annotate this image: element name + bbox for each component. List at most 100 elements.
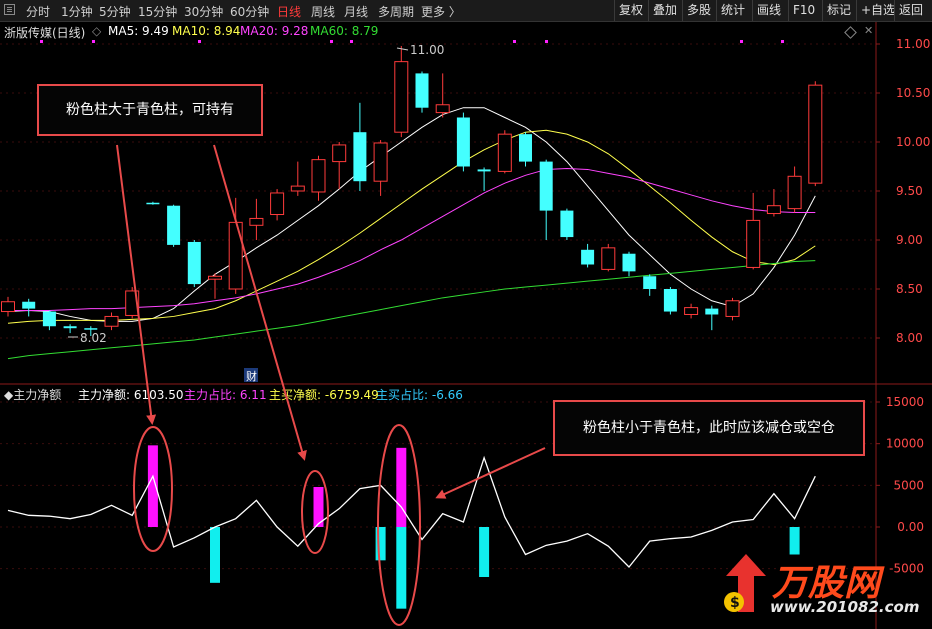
price-tick-label: 9.50 <box>896 184 923 198</box>
toolbar: 分时 1分钟 5分钟 15分钟 30分钟 60分钟 日线 周线 月线 多周期 更… <box>0 0 932 22</box>
candle <box>560 208 574 240</box>
ma5-line <box>7 107 816 322</box>
indicator-tick-label: 10000 <box>886 437 924 451</box>
candle <box>63 324 77 334</box>
candle <box>270 189 285 221</box>
tab-daily[interactable]: 日线 <box>277 3 301 20</box>
candle <box>663 287 677 315</box>
indicator-tick-label: 5000 <box>893 478 924 492</box>
candle-body <box>394 61 409 133</box>
candle <box>22 298 36 317</box>
svg-text:$: $ <box>730 595 740 611</box>
candle-body <box>539 161 553 211</box>
candle <box>456 112 470 172</box>
candle-body <box>146 202 160 205</box>
candle-body <box>228 221 243 290</box>
candle <box>311 155 326 201</box>
indicator-tick-label: 0.00 <box>897 520 924 534</box>
candle <box>497 130 512 174</box>
candle <box>187 240 201 288</box>
watermark-url: www.201082.com <box>770 598 920 616</box>
candle-body <box>581 249 595 265</box>
candle <box>394 45 409 138</box>
candle <box>684 303 699 319</box>
price-tick-label: 8.50 <box>896 282 923 296</box>
multi-stock-button[interactable]: 多股 <box>682 0 715 21</box>
candle <box>808 81 823 187</box>
candle <box>146 201 160 205</box>
menu-icon[interactable] <box>4 4 15 15</box>
candle <box>290 161 305 196</box>
annotation-reduce: 粉色柱小于青色柱，此时应该减仓或空仓 <box>553 400 865 456</box>
candle-body <box>332 144 347 163</box>
candle-body <box>766 205 781 215</box>
candle <box>601 243 616 272</box>
event-mark: 财 <box>246 369 257 383</box>
candle <box>1 296 15 317</box>
tab-fenshi[interactable]: 分时 <box>26 3 50 20</box>
candle-body <box>497 133 512 172</box>
tab-more[interactable]: 更多 〉 <box>421 3 461 20</box>
candle-body <box>705 308 719 315</box>
price-tick-label: 8.00 <box>896 331 923 345</box>
cyan-bar <box>396 527 407 609</box>
candle-body <box>187 241 201 285</box>
draw-line-button[interactable]: 画线 <box>752 0 785 21</box>
cyan-bar <box>789 527 800 555</box>
tab-5min[interactable]: 5分钟 <box>99 3 131 20</box>
candle-body <box>84 328 98 330</box>
candle-body <box>622 253 636 272</box>
cyan-bar <box>479 527 490 577</box>
candle <box>581 243 595 268</box>
candle <box>104 312 119 331</box>
candle-body <box>270 192 285 216</box>
overlay-button[interactable]: 叠加 <box>648 0 681 21</box>
candle <box>539 159 553 240</box>
cyan-bar <box>210 527 220 583</box>
tab-30min[interactable]: 30分钟 <box>184 3 223 20</box>
signal-dot <box>513 40 516 43</box>
tab-15min[interactable]: 15分钟 <box>138 3 177 20</box>
candle-body <box>1 301 15 313</box>
mark-button[interactable]: 标记 <box>822 0 855 21</box>
candle-body <box>746 219 761 268</box>
candle <box>643 274 657 296</box>
signal-dot <box>350 40 353 43</box>
tab-multi-period[interactable]: 多周期 <box>378 3 414 20</box>
candle-body <box>311 159 326 193</box>
back-button[interactable]: 返回 <box>894 0 927 21</box>
candle-body <box>208 275 222 280</box>
tab-monthly[interactable]: 月线 <box>344 3 368 20</box>
candle <box>622 251 636 277</box>
candle <box>415 71 429 113</box>
f10-button[interactable]: F10 <box>788 0 819 21</box>
annotation-hold: 粉色柱大于青色柱，可持有 <box>37 84 263 136</box>
signal-dot <box>545 40 548 43</box>
candle-body <box>787 175 802 210</box>
price-tick-label: 11.00 <box>896 37 930 51</box>
candle-body <box>373 142 388 182</box>
signal-dot <box>92 40 95 43</box>
candle <box>353 102 367 191</box>
price-tick-label: 10.50 <box>896 86 930 100</box>
candle-body <box>415 73 429 108</box>
candle-body <box>104 315 119 327</box>
statistics-button[interactable]: 统计 <box>716 0 749 21</box>
candle-body <box>601 247 616 270</box>
tab-weekly[interactable]: 周线 <box>311 3 335 20</box>
tab-60min[interactable]: 60分钟 <box>230 3 269 20</box>
candle-body <box>808 84 823 184</box>
restore-rights-button[interactable]: 复权 <box>614 0 647 21</box>
signal-dot <box>40 40 43 43</box>
candle <box>766 189 781 217</box>
candle <box>477 167 491 191</box>
pink-bar <box>396 447 407 527</box>
candle-body <box>519 134 532 162</box>
add-watchlist-button[interactable]: +自选 <box>856 0 899 21</box>
candle-body <box>643 276 657 289</box>
tab-1min[interactable]: 1分钟 <box>61 3 93 20</box>
candle-body <box>63 326 77 329</box>
arrow-to-first-pink <box>116 144 157 425</box>
high-price-marker: 11.00 <box>410 43 444 57</box>
candle <box>725 297 740 321</box>
